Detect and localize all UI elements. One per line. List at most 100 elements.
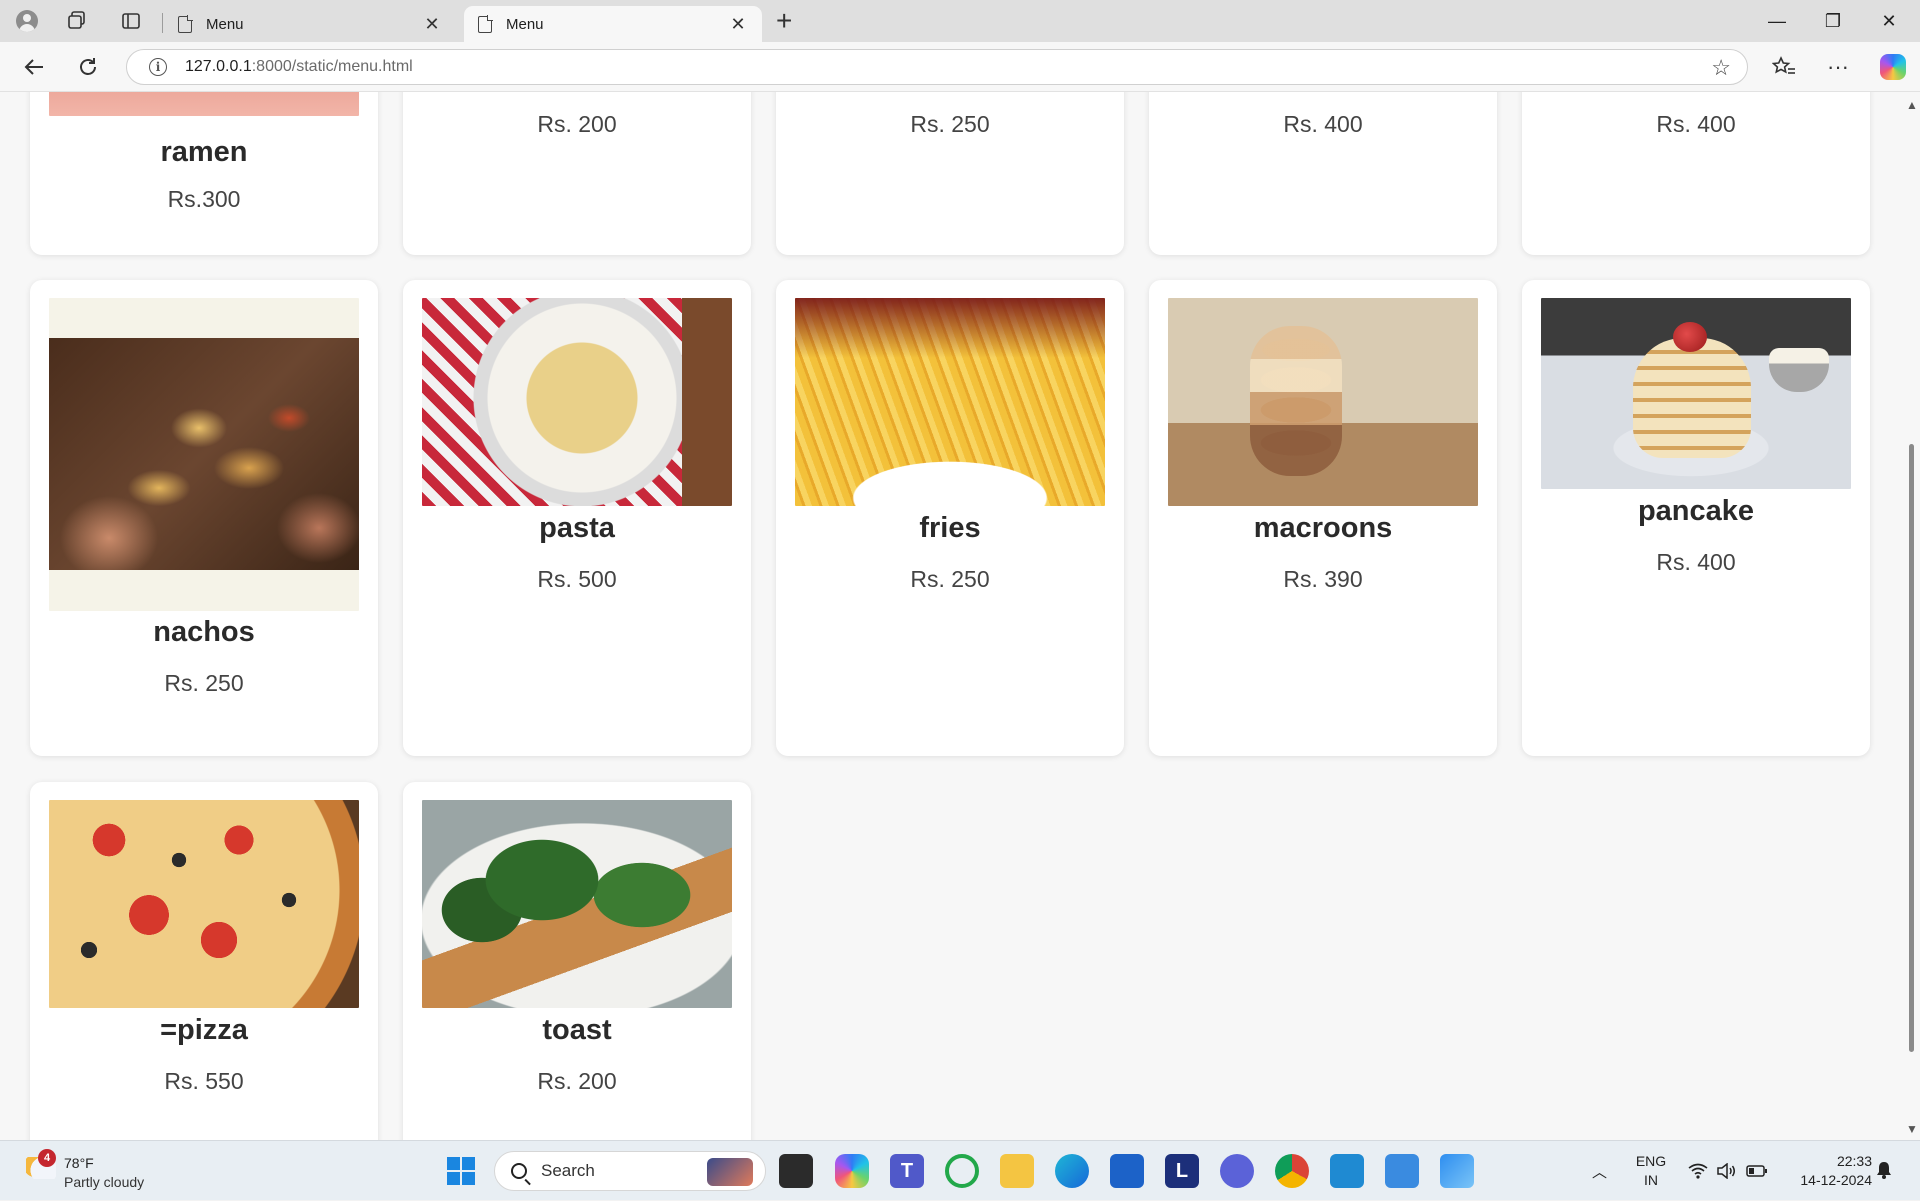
- browser-tab-bar: Menu ✕ Menu ✕ + — ❐ ✕: [0, 0, 1920, 42]
- refresh-button[interactable]: [72, 52, 104, 82]
- tab-menu-2[interactable]: Menu ✕: [464, 6, 762, 42]
- profile-icon: [16, 10, 38, 32]
- teams-icon[interactable]: T: [890, 1154, 924, 1188]
- menu-card-pizza[interactable]: =pizza Rs. 550: [30, 782, 378, 1140]
- show-hidden-icons-chevron-icon[interactable]: ︿: [1592, 1141, 1607, 1201]
- menu-card-fries[interactable]: fries Rs. 250: [776, 280, 1124, 756]
- scroll-down-arrow-icon[interactable]: ▼: [1906, 1122, 1918, 1136]
- clock-date: 14-12-2024: [1800, 1172, 1872, 1188]
- weather-temperature: 78°F: [64, 1155, 94, 1171]
- tab-title: Menu: [506, 15, 544, 33]
- volume-icon[interactable]: [1716, 1141, 1736, 1201]
- menu-card[interactable]: Rs. 400: [1149, 92, 1497, 255]
- item-name: fries: [919, 512, 981, 544]
- menu-card-nachos[interactable]: nachos Rs. 250: [30, 280, 378, 756]
- item-price: Rs. 200: [537, 1068, 617, 1094]
- search-icon: [511, 1163, 527, 1179]
- item-price: Rs. 550: [164, 1068, 244, 1094]
- menu-card[interactable]: Rs. 200: [403, 92, 751, 255]
- weather-condition: Partly cloudy: [64, 1174, 145, 1190]
- copilot-app-icon[interactable]: [835, 1154, 869, 1188]
- store-icon[interactable]: [1110, 1154, 1144, 1188]
- menu-card-pancake[interactable]: pancake Rs. 400: [1522, 280, 1870, 756]
- folder-icon[interactable]: [1000, 1154, 1034, 1188]
- item-name: pasta: [539, 512, 615, 544]
- wifi-icon[interactable]: [1688, 1141, 1708, 1201]
- restore-button[interactable]: ❐: [1808, 8, 1858, 34]
- tab-title: Menu: [206, 15, 244, 33]
- back-arrow-icon: [24, 59, 43, 75]
- item-price: Rs. 400: [1656, 549, 1736, 575]
- back-button[interactable]: [18, 52, 50, 82]
- scroll-up-arrow-icon[interactable]: ▲: [1906, 98, 1918, 112]
- favorites-icon: [1772, 56, 1795, 74]
- refresh-app-icon[interactable]: [945, 1154, 979, 1188]
- search-highlight-icon: [707, 1158, 753, 1186]
- address-bar[interactable]: i 127.0.0.1:8000/static/menu.html ☆: [126, 49, 1748, 85]
- item-price: Rs. 390: [1283, 566, 1363, 592]
- item-price: Rs. 200: [537, 111, 617, 137]
- new-tab-button[interactable]: +: [776, 6, 792, 36]
- weather-widget[interactable]: 4 78°F Partly cloudy: [24, 1149, 174, 1193]
- notification-badge: 4: [38, 1149, 56, 1167]
- refresh-icon: [80, 58, 96, 75]
- fries-photo: [795, 298, 1105, 506]
- system-clock[interactable]: 22:33 14-12-2024: [1780, 1152, 1872, 1190]
- chrome-icon[interactable]: [1275, 1154, 1309, 1188]
- minimize-button[interactable]: —: [1752, 8, 1802, 34]
- language-indicator[interactable]: ENG IN: [1630, 1152, 1672, 1190]
- item-price: Rs. 250: [910, 111, 990, 137]
- toast-photo: [422, 800, 732, 1008]
- vscode-icon[interactable]: [1330, 1154, 1364, 1188]
- item-price: Rs.300: [167, 186, 241, 212]
- item-price: Rs. 250: [164, 670, 244, 696]
- taskbar-search[interactable]: Search: [494, 1151, 766, 1191]
- menu-card-macroons[interactable]: macroons Rs. 390: [1149, 280, 1497, 756]
- pancake-photo: [1541, 298, 1851, 489]
- item-price: Rs. 400: [1656, 111, 1736, 137]
- photos-icon[interactable]: [1440, 1154, 1474, 1188]
- vpn-icon[interactable]: [1220, 1154, 1254, 1188]
- site-info-icon[interactable]: i: [149, 58, 167, 76]
- workspaces-icon[interactable]: [64, 9, 90, 33]
- start-button[interactable]: [447, 1157, 475, 1185]
- tab-actions-icon[interactable]: [118, 9, 144, 33]
- item-name: ramen: [160, 136, 248, 168]
- clock-time: 22:33: [1836, 1153, 1872, 1169]
- profile-avatar[interactable]: [12, 8, 42, 34]
- edge-icon[interactable]: [1055, 1154, 1089, 1188]
- tab-close-icon[interactable]: ✕: [422, 14, 442, 35]
- tab-menu-1[interactable]: Menu ✕: [164, 6, 456, 42]
- menu-card-pasta[interactable]: pasta Rs. 500: [403, 280, 751, 756]
- pizza-photo: [49, 800, 359, 1008]
- settings-more-button[interactable]: ···: [1822, 52, 1854, 82]
- tab-close-icon[interactable]: ✕: [728, 14, 748, 35]
- scrollbar-thumb[interactable]: [1909, 444, 1914, 1052]
- notepad-icon[interactable]: [1385, 1154, 1419, 1188]
- page-viewport: ramen Rs.300 Rs. 200 Rs. 250 Rs. 400 Rs.…: [0, 92, 1902, 1140]
- item-name: =pizza: [160, 1014, 248, 1046]
- favorites-button[interactable]: [1768, 52, 1800, 82]
- task-view-icon[interactable]: [779, 1154, 813, 1188]
- item-price: Rs. 500: [537, 566, 617, 592]
- item-price: Rs. 400: [1283, 111, 1363, 137]
- page-icon: [478, 14, 493, 33]
- favorite-star-icon[interactable]: ☆: [1711, 55, 1731, 81]
- notification-bell-icon[interactable]: [1876, 1161, 1892, 1184]
- menu-card[interactable]: Rs. 400: [1522, 92, 1870, 255]
- item-price: Rs. 250: [910, 566, 990, 592]
- address-toolbar: i 127.0.0.1:8000/static/menu.html ☆ ···: [0, 42, 1920, 92]
- l-app-icon[interactable]: L: [1165, 1154, 1199, 1188]
- page-icon: [178, 14, 193, 33]
- search-placeholder: Search: [541, 1161, 595, 1180]
- menu-card[interactable]: Rs. 250: [776, 92, 1124, 255]
- copilot-icon[interactable]: [1880, 54, 1906, 80]
- close-window-button[interactable]: ✕: [1864, 8, 1914, 34]
- menu-card-ramen[interactable]: ramen Rs.300: [30, 92, 378, 255]
- url-text[interactable]: 127.0.0.1:8000/static/menu.html: [185, 58, 413, 76]
- battery-icon[interactable]: [1746, 1141, 1768, 1201]
- item-name: nachos: [153, 616, 255, 648]
- menu-card-toast[interactable]: toast Rs. 200: [403, 782, 751, 1140]
- more-icon: ···: [1827, 54, 1849, 79]
- page-scrollbar[interactable]: ▲ ▼: [1902, 92, 1920, 1140]
